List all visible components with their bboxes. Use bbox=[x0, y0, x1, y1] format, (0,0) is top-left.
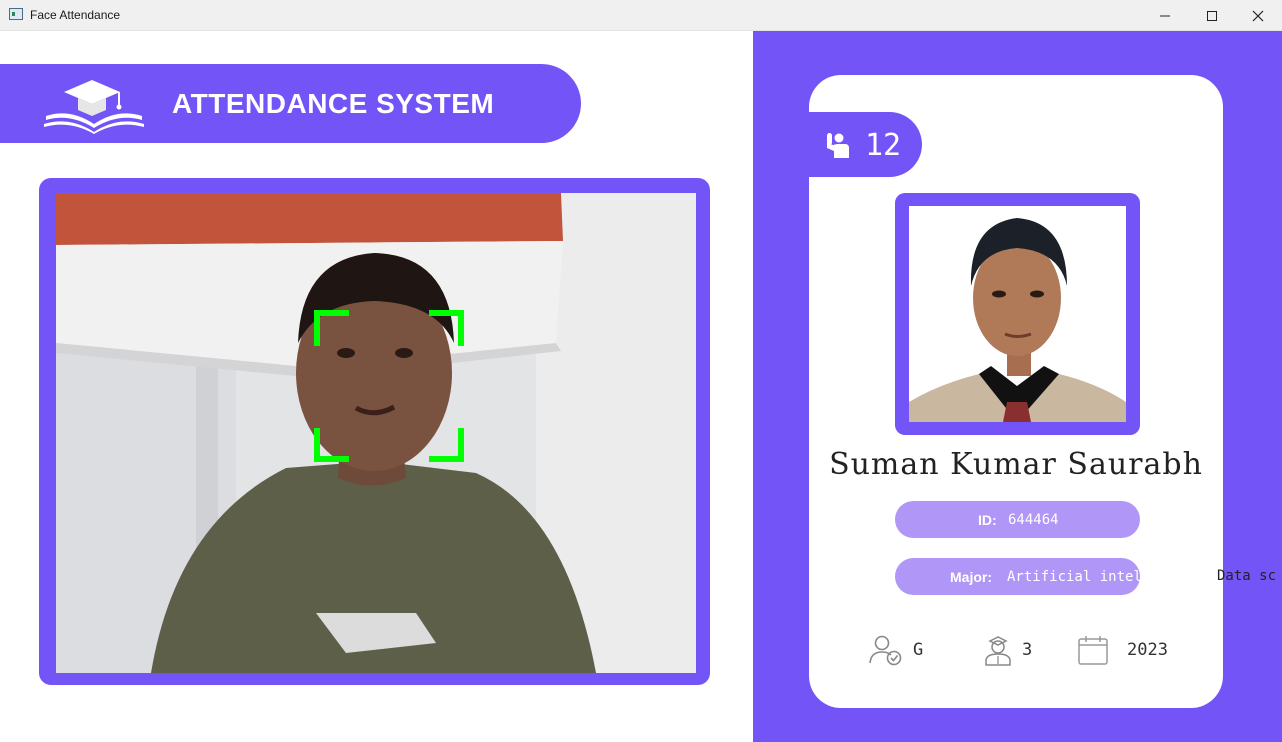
major-value-overflow: Data sc bbox=[1217, 568, 1277, 584]
graduate-icon bbox=[985, 636, 1011, 666]
id-label: ID: bbox=[978, 512, 997, 528]
minimize-button[interactable] bbox=[1142, 0, 1188, 31]
minimize-icon bbox=[1160, 15, 1170, 16]
student-portrait bbox=[909, 206, 1126, 422]
calendar-icon bbox=[1078, 636, 1108, 665]
standing-value: G bbox=[913, 640, 924, 660]
maximize-button[interactable] bbox=[1189, 0, 1235, 31]
standing-stat: G bbox=[869, 632, 923, 668]
student-photo-frame bbox=[895, 193, 1140, 435]
major-value: Artificial intelli bbox=[1007, 569, 1159, 585]
id-value: 644464 bbox=[1008, 512, 1059, 528]
year-stat: 3 bbox=[984, 632, 1032, 668]
year-value: 3 bbox=[1022, 640, 1033, 660]
starting-year-value: 2023 bbox=[1127, 640, 1168, 660]
major-label: Major: bbox=[950, 569, 992, 585]
app-icon bbox=[9, 8, 23, 20]
close-icon bbox=[1252, 10, 1264, 21]
student-id-pill: ID: 644464 bbox=[895, 501, 1140, 538]
window-titlebar: Face Attendance bbox=[0, 0, 1282, 31]
close-button[interactable] bbox=[1235, 0, 1281, 31]
maximize-icon bbox=[1207, 10, 1217, 21]
window-title: Face Attendance bbox=[30, 8, 121, 22]
webcam-scene bbox=[56, 193, 696, 673]
student-name: Suman Kumar Saurabh bbox=[829, 447, 1203, 482]
user-check-icon bbox=[869, 635, 902, 666]
header-banner: ATTENDANCE SYSTEM bbox=[0, 64, 581, 143]
total-attendance-value: 12 bbox=[865, 128, 902, 163]
starting-year-stat: 2023 bbox=[1077, 632, 1168, 668]
hand-raised-person-icon bbox=[827, 133, 849, 158]
page-title: ATTENDANCE SYSTEM bbox=[172, 88, 495, 119]
student-major-pill: Major: Artificial intelli bbox=[895, 558, 1159, 595]
webcam-feed bbox=[56, 193, 696, 673]
attendance-count-badge: 12 bbox=[809, 112, 922, 177]
graduation-cap-book-icon bbox=[44, 80, 144, 134]
student-card: 12 Suman Kumar Saurabh ID: 644464 Major:… bbox=[809, 75, 1223, 708]
student-photo bbox=[909, 206, 1126, 422]
